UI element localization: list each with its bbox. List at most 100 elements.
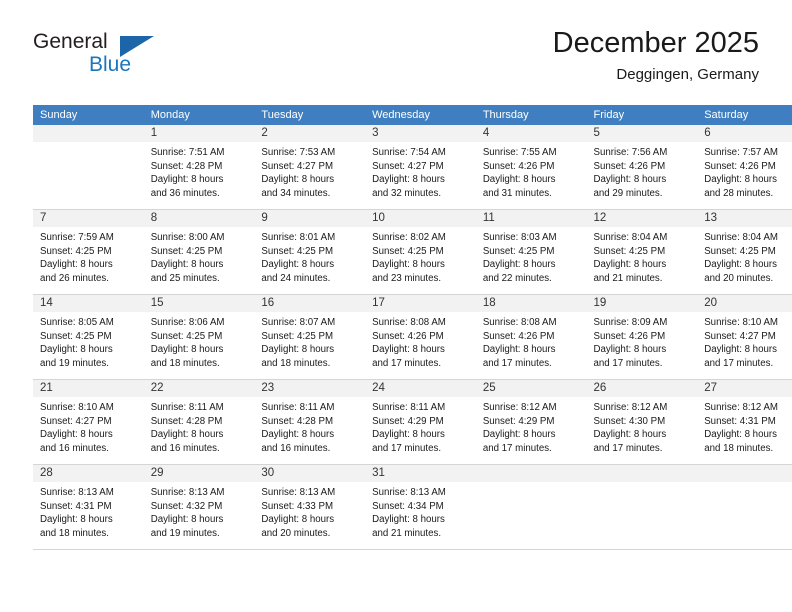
day-cell[interactable]: 31 Sunrise: 8:13 AM Sunset: 4:34 PM Dayligh…: [365, 464, 476, 550]
daylight-text-line2: and 17 minutes.: [704, 357, 774, 369]
day-cell[interactable]: 23 Sunrise: 8:11 AM Sunset: 4:28 PM Dayligh…: [254, 379, 366, 465]
daylight-text-line2: and 32 minutes.: [372, 187, 442, 199]
day-number: 25: [475, 380, 587, 397]
weekday-header-row: Sunday Monday Tuesday Wednesday Thursday…: [33, 105, 792, 125]
sunset-text: Sunset: 4:28 PM: [150, 415, 223, 427]
daylight-text-line1: Daylight: 8 hours: [40, 344, 113, 356]
day-cell[interactable]: 20 Sunrise: 8:10 AM Sunset: 4:27 PM Dayligh…: [697, 294, 792, 380]
daylight-text-line1: Daylight: 8 hours: [593, 429, 667, 441]
day-number: 6: [697, 125, 792, 142]
day-cell[interactable]: 18 Sunrise: 8:08 AM Sunset: 4:26 PM Dayligh…: [475, 294, 587, 380]
calendar-week-row: 1 Sunrise: 7:51 AM Sunset: 4:28 PM Daylight…: [33, 125, 792, 210]
day-number: 29: [143, 465, 255, 482]
day-cell[interactable]: 19 Sunrise: 8:09 AM Sunset: 4:26 PM Dayligh…: [586, 294, 698, 380]
daylight-text-line1: Daylight: 8 hours: [261, 259, 335, 271]
sunrise-text: Sunrise: 7:53 AM: [261, 147, 336, 158]
day-number: 4: [475, 125, 587, 142]
weekday-header-saturday: Saturday: [697, 105, 792, 125]
sunset-text: Sunset: 4:27 PM: [40, 415, 112, 427]
day-cell[interactable]: 21 Sunrise: 8:10 AM Sunset: 4:27 PM Dayligh…: [33, 379, 144, 465]
sunset-text: Sunset: 4:25 PM: [261, 330, 334, 342]
day-number: 21: [33, 380, 144, 397]
day-number: 28: [33, 465, 144, 482]
weekday-header-sunday: Sunday: [33, 105, 144, 125]
day-cell[interactable]: 7 Sunrise: 7:59 AM Sunset: 4:25 PM Daylight…: [33, 209, 144, 295]
daylight-text-line1: Daylight: 8 hours: [593, 174, 667, 186]
daylight-text-line1: Daylight: 8 hours: [40, 259, 113, 271]
day-number: [586, 465, 698, 482]
day-cell[interactable]: 13 Sunrise: 8:04 AM Sunset: 4:25 PM Dayligh…: [697, 209, 792, 295]
day-number: 15: [143, 295, 255, 312]
sunrise-text: Sunrise: 8:13 AM: [40, 487, 114, 498]
day-cell[interactable]: 11 Sunrise: 8:03 AM Sunset: 4:25 PM Dayligh…: [475, 209, 587, 295]
day-number: 12: [586, 210, 698, 227]
sunrise-text: Sunrise: 8:12 AM: [482, 402, 557, 413]
sunrise-text: Sunrise: 8:02 AM: [372, 232, 446, 243]
daylight-text-line1: Daylight: 8 hours: [150, 259, 224, 271]
day-cell[interactable]: 16 Sunrise: 8:07 AM Sunset: 4:25 PM Dayligh…: [254, 294, 366, 380]
day-cell[interactable]: 22 Sunrise: 8:11 AM Sunset: 4:28 PM Dayligh…: [143, 379, 255, 465]
day-cell[interactable]: 15 Sunrise: 8:06 AM Sunset: 4:25 PM Dayligh…: [143, 294, 255, 380]
day-cell[interactable]: 27 Sunrise: 8:12 AM Sunset: 4:31 PM Dayligh…: [697, 379, 792, 465]
sunset-text: Sunset: 4:25 PM: [40, 330, 112, 342]
daylight-text-line2: and 25 minutes.: [150, 272, 220, 284]
day-cell[interactable]: 2 Sunrise: 7:53 AM Sunset: 4:27 PM Daylight…: [254, 125, 366, 210]
day-cell[interactable]: 29 Sunrise: 8:13 AM Sunset: 4:32 PM Dayligh…: [143, 464, 255, 550]
day-cell[interactable]: 9 Sunrise: 8:01 AM Sunset: 4:25 PM Daylight…: [254, 209, 366, 295]
daylight-text-line2: and 16 minutes.: [40, 442, 109, 454]
daylight-text-line1: Daylight: 8 hours: [372, 514, 445, 526]
sunset-text: Sunset: 4:31 PM: [704, 415, 776, 427]
sunset-text: Sunset: 4:26 PM: [372, 330, 444, 342]
day-cell[interactable]: 1 Sunrise: 7:51 AM Sunset: 4:28 PM Daylight…: [143, 125, 255, 210]
day-cell[interactable]: 17 Sunrise: 8:08 AM Sunset: 4:26 PM Dayligh…: [365, 294, 476, 380]
day-cell[interactable]: 5 Sunrise: 7:56 AM Sunset: 4:26 PM Daylight…: [586, 125, 698, 210]
day-cell[interactable]: 4 Sunrise: 7:55 AM Sunset: 4:26 PM Daylight…: [475, 125, 587, 210]
sunset-text: Sunset: 4:34 PM: [372, 500, 444, 512]
sunrise-text: Sunrise: 7:51 AM: [150, 147, 225, 158]
weekday-header-tuesday: Tuesday: [254, 105, 366, 125]
day-cell[interactable]: 12 Sunrise: 8:04 AM Sunset: 4:25 PM Dayligh…: [586, 209, 698, 295]
sunset-text: Sunset: 4:30 PM: [593, 415, 666, 427]
day-number: 9: [254, 210, 366, 227]
sunrise-text: Sunrise: 8:06 AM: [150, 317, 225, 328]
sunset-text: Sunset: 4:26 PM: [482, 160, 555, 172]
sunset-text: Sunset: 4:25 PM: [482, 245, 555, 257]
day-cell[interactable]: 28 Sunrise: 8:13 AM Sunset: 4:31 PM Dayligh…: [33, 464, 144, 550]
day-cell[interactable]: 3 Sunrise: 7:54 AM Sunset: 4:27 PM Daylight…: [365, 125, 476, 210]
sunset-text: Sunset: 4:25 PM: [40, 245, 112, 257]
day-number: 2: [254, 125, 366, 142]
day-cell[interactable]: 25 Sunrise: 8:12 AM Sunset: 4:29 PM Dayligh…: [475, 379, 587, 465]
day-number: 13: [697, 210, 792, 227]
sunrise-text: Sunrise: 8:04 AM: [704, 232, 778, 243]
daylight-text-line2: and 17 minutes.: [593, 442, 663, 454]
sunset-text: Sunset: 4:28 PM: [150, 160, 223, 172]
sunset-text: Sunset: 4:25 PM: [150, 245, 223, 257]
day-cell[interactable]: 26 Sunrise: 8:12 AM Sunset: 4:30 PM Dayligh…: [586, 379, 698, 465]
day-cell-empty: [586, 464, 698, 550]
day-number: 18: [475, 295, 587, 312]
day-cell-empty: [697, 464, 792, 550]
sunset-text: Sunset: 4:27 PM: [704, 330, 776, 342]
day-number: 14: [33, 295, 144, 312]
sunset-text: Sunset: 4:29 PM: [372, 415, 444, 427]
calendar-body: 1 Sunrise: 7:51 AM Sunset: 4:28 PM Daylight…: [33, 125, 792, 550]
daylight-text-line2: and 17 minutes.: [482, 357, 552, 369]
sunrise-text: Sunrise: 8:00 AM: [150, 232, 225, 243]
day-number: 7: [33, 210, 144, 227]
day-cell[interactable]: 24 Sunrise: 8:11 AM Sunset: 4:29 PM Dayligh…: [365, 379, 476, 465]
day-number: 22: [143, 380, 255, 397]
sunset-text: Sunset: 4:27 PM: [372, 160, 444, 172]
day-cell[interactable]: 14 Sunrise: 8:05 AM Sunset: 4:25 PM Dayligh…: [33, 294, 144, 380]
sunset-text: Sunset: 4:33 PM: [261, 500, 334, 512]
day-number: [475, 465, 587, 482]
day-number: 10: [365, 210, 476, 227]
daylight-text-line1: Daylight: 8 hours: [704, 344, 777, 356]
weekday-header-thursday: Thursday: [475, 105, 587, 125]
day-cell[interactable]: 30 Sunrise: 8:13 AM Sunset: 4:33 PM Dayligh…: [254, 464, 366, 550]
daylight-text-line1: Daylight: 8 hours: [40, 429, 113, 441]
day-cell[interactable]: 10 Sunrise: 8:02 AM Sunset: 4:25 PM Dayligh…: [365, 209, 476, 295]
daylight-text-line2: and 29 minutes.: [593, 187, 663, 199]
day-cell[interactable]: 8 Sunrise: 8:00 AM Sunset: 4:25 PM Daylight…: [143, 209, 255, 295]
sunset-text: Sunset: 4:26 PM: [482, 330, 555, 342]
day-cell[interactable]: 6 Sunrise: 7:57 AM Sunset: 4:26 PM Daylight…: [697, 125, 792, 210]
